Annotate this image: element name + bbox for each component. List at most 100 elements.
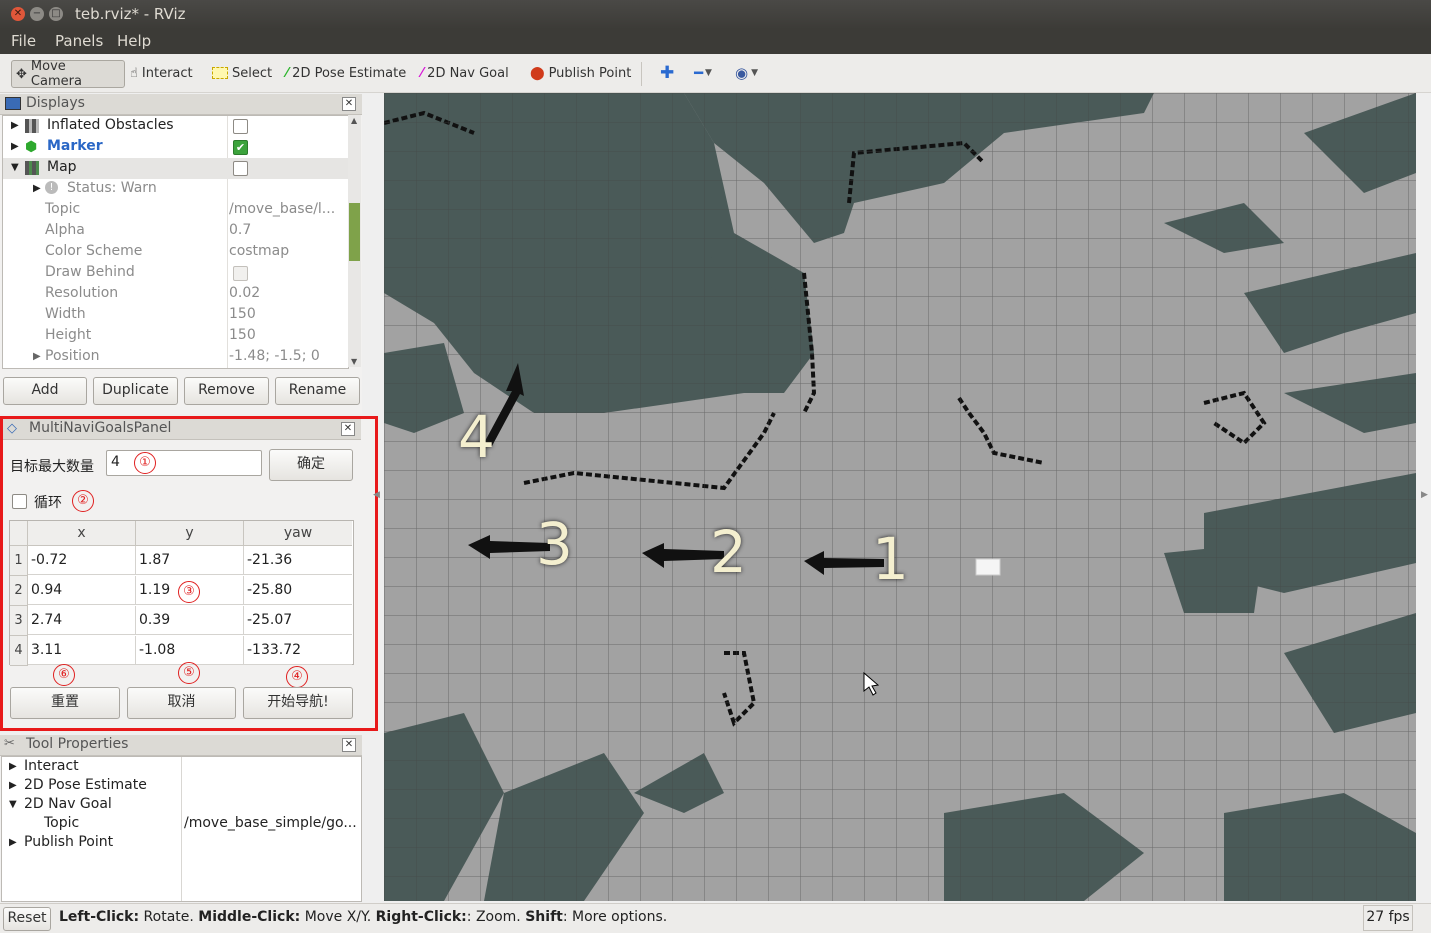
collapse-arrow-icon[interactable]: ▼: [11, 162, 19, 173]
diamond-icon: ◇: [7, 421, 17, 436]
remove-display-button[interactable]: Remove: [184, 377, 269, 405]
expand-arrow-icon[interactable]: ▶: [9, 837, 17, 848]
publish-point-tool[interactable]: ⬤ Publish Point: [526, 60, 635, 86]
status-left-key: Left-Click:: [59, 909, 140, 925]
reset-goals-button[interactable]: 重置: [10, 687, 120, 719]
prop-alpha[interactable]: Alpha 0.7: [3, 221, 348, 242]
table-corner: [10, 521, 28, 546]
window-title: teb.rviz* - RViz: [75, 5, 186, 23]
enable-checkbox[interactable]: ✔: [233, 140, 248, 155]
scroll-down-icon[interactable]: ▼: [351, 357, 357, 366]
close-icon[interactable]: ✕: [342, 738, 356, 752]
cell-y[interactable]: 0.39: [136, 606, 244, 635]
close-window-button[interactable]: ✕: [11, 7, 25, 21]
maximize-window-button[interactable]: □: [49, 7, 63, 21]
pose-estimate-label: 2D Pose Estimate: [292, 65, 407, 81]
expand-arrow-icon[interactable]: ▶: [9, 780, 17, 791]
add-display-button[interactable]: Add: [3, 377, 87, 405]
expand-arrow-icon[interactable]: ▶: [11, 120, 19, 131]
prop-position[interactable]: ▶ Position -1.48; -1.5; 0: [3, 347, 348, 368]
tool-item-interact[interactable]: ▶ Interact: [2, 757, 361, 778]
display-item-inflated-obstacles[interactable]: ▶ Inflated Obstacles: [3, 116, 348, 137]
pose-estimate-tool[interactable]: ⁄ 2D Pose Estimate: [282, 60, 410, 86]
menu-panels[interactable]: Panels: [55, 32, 103, 50]
prop-draw-behind[interactable]: Draw Behind: [3, 263, 348, 284]
cell-yaw[interactable]: -25.80: [244, 576, 352, 605]
collapse-arrow-icon[interactable]: ▼: [9, 799, 17, 810]
menu-help[interactable]: Help: [117, 32, 151, 50]
fps-display: 27 fps: [1363, 905, 1413, 931]
tool-item-pose-estimate[interactable]: ▶ 2D Pose Estimate: [2, 776, 361, 797]
displays-scrollbar[interactable]: ▲ ▼: [348, 115, 361, 367]
expand-arrow-icon[interactable]: ▶: [11, 141, 19, 152]
start-navigation-button[interactable]: 开始导航!: [243, 687, 353, 719]
tool-item-nav-goal[interactable]: ▼ 2D Nav Goal: [2, 795, 361, 816]
status-middle-desc: Move X/Y.: [300, 909, 376, 925]
close-icon[interactable]: ✕: [342, 97, 356, 111]
reset-view-button[interactable]: Reset: [3, 907, 51, 931]
topic-value[interactable]: /move_base_simple/go...: [184, 815, 357, 831]
loop-label: 循环: [34, 495, 62, 511]
select-tool[interactable]: Select: [208, 60, 276, 86]
move-camera-tool[interactable]: ✥ Move Camera: [11, 59, 125, 89]
duplicate-display-button[interactable]: Duplicate: [93, 377, 178, 405]
scrollbar-thumb[interactable]: [349, 203, 360, 261]
rename-display-button[interactable]: Rename: [275, 377, 360, 405]
cell-yaw[interactable]: -25.07: [244, 606, 352, 635]
cell-y[interactable]: -1.08: [136, 636, 244, 665]
prop-status[interactable]: ▶ ! Status: Warn: [3, 179, 348, 200]
cell-yaw[interactable]: -21.36: [244, 546, 352, 575]
map-render: [384, 93, 1416, 901]
status-middle-key: Middle-Click:: [198, 909, 301, 925]
tool-item-publish-point[interactable]: ▶ Publish Point: [2, 833, 361, 854]
cube-icon: ⬢: [25, 139, 38, 155]
cell-x[interactable]: 2.74: [28, 606, 136, 635]
view-options-button[interactable]: ◉ ▼: [731, 60, 762, 86]
select-label: Select: [232, 65, 273, 81]
column-header-yaw[interactable]: yaw: [244, 521, 352, 546]
tool-properties-header: ✂ Tool Properties ✕: [0, 735, 362, 756]
column-header-x[interactable]: x: [28, 521, 136, 546]
nav-goal-tool[interactable]: ⁄ 2D Nav Goal: [417, 60, 513, 86]
add-tool-button[interactable]: ✚: [656, 60, 678, 86]
goal-label-1: 1: [872, 525, 909, 593]
prop-topic[interactable]: Topic /move_base/l...: [3, 200, 348, 221]
column-header-y[interactable]: y: [136, 521, 244, 546]
cell-yaw[interactable]: -133.72: [244, 636, 352, 665]
enable-checkbox[interactable]: [233, 161, 248, 176]
plus-icon: ✚: [660, 63, 675, 83]
status-shift-desc: : More options.: [562, 909, 668, 925]
display-label: Inflated Obstacles: [47, 117, 174, 133]
cancel-button[interactable]: 取消: [127, 687, 236, 719]
display-item-map[interactable]: ▼ Map: [3, 158, 348, 179]
prop-width[interactable]: Width 150: [3, 305, 348, 326]
draw-behind-checkbox[interactable]: [233, 266, 248, 281]
menu-file[interactable]: File: [11, 32, 36, 50]
loop-checkbox[interactable]: [12, 494, 27, 509]
expand-arrow-icon[interactable]: ▶: [33, 351, 41, 362]
cell-x[interactable]: 0.94: [28, 576, 136, 605]
collapse-left-handle[interactable]: ◀: [373, 490, 380, 500]
confirm-button[interactable]: 确定: [269, 449, 353, 481]
chevron-down-icon: ▼: [751, 68, 759, 78]
cell-x[interactable]: -0.72: [28, 546, 136, 575]
scroll-up-icon[interactable]: ▲: [351, 116, 357, 125]
max-goals-input[interactable]: 4: [106, 450, 262, 476]
expand-arrow-icon[interactable]: ▶: [33, 183, 41, 194]
remove-tool-button[interactable]: ━ ▼: [690, 60, 716, 86]
collapse-right-handle[interactable]: ▶: [1421, 490, 1428, 500]
prop-resolution[interactable]: Resolution 0.02: [3, 284, 348, 305]
prop-color-scheme[interactable]: Color Scheme costmap: [3, 242, 348, 263]
prop-key: Color Scheme: [45, 243, 143, 259]
enable-checkbox[interactable]: [233, 119, 248, 134]
display-item-marker[interactable]: ▶ ⬢ Marker ✔: [3, 137, 348, 158]
expand-arrow-icon[interactable]: ▶: [9, 761, 17, 772]
3d-viewport[interactable]: 1 2 3 4: [384, 93, 1416, 901]
cell-x[interactable]: 3.11: [28, 636, 136, 665]
prop-height[interactable]: Height 150: [3, 326, 348, 347]
tool-prop-topic[interactable]: Topic /move_base_simple/go...: [2, 814, 361, 835]
close-icon[interactable]: ✕: [341, 422, 355, 436]
cell-y[interactable]: 1.87: [136, 546, 244, 575]
interact-tool[interactable]: ☝ Interact: [126, 60, 197, 86]
minimize-window-button[interactable]: −: [30, 7, 44, 21]
